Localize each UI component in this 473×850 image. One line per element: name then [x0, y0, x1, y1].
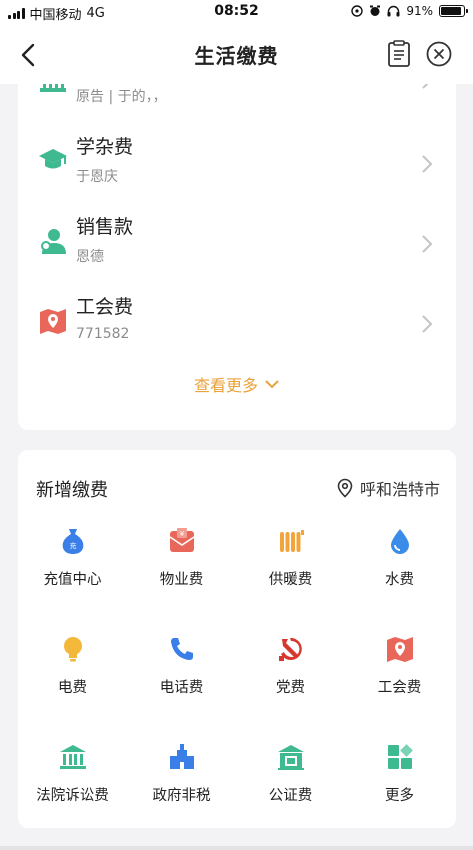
payment-item-more[interactable]: 更多 [345, 742, 454, 828]
bill-row[interactable]: 学杂费 于恩庆 [18, 124, 456, 204]
payment-item-court[interactable]: 法院诉讼费 [18, 742, 127, 828]
graduation-cap-icon [39, 149, 67, 169]
payment-item-government[interactable]: 政府非税 [127, 742, 236, 828]
battery-percent: 91% [406, 4, 433, 18]
see-more-label: 查看更多 [193, 376, 258, 395]
alarm-icon [370, 5, 381, 16]
location-status-icon [351, 5, 364, 17]
clipboard-icon[interactable] [386, 40, 412, 68]
payment-item-notary[interactable]: 公证费 [236, 742, 345, 828]
location-label: 呼和浩特市 [360, 480, 441, 499]
courthouse-icon [60, 745, 86, 769]
bill-row[interactable]: 销售款 恩德 [18, 204, 456, 284]
government-building-icon [170, 744, 194, 769]
bill-subtitle: 于恩庆 [76, 169, 118, 185]
property-envelope-icon: ¥ [169, 528, 195, 552]
saved-bills-card: 原告 | 于的，， 学杂费 于恩庆 销售款 恩德 工会费 771582 查看更多 [18, 60, 456, 430]
see-more-link[interactable]: 查看更多 [18, 372, 456, 396]
bill-row[interactable]: 工会费 771582 [18, 284, 456, 364]
payment-item-phone[interactable]: 电话费 [127, 634, 236, 724]
map-pin-icon [40, 309, 66, 334]
payment-item-label: 工会费 [377, 680, 422, 696]
payment-item-label: 物业费 [159, 572, 204, 588]
new-payment-card: 新增缴费 呼和浩特市 充 充值中心 ¥ 物业费 供暖费 水费 电费 电话费 党费… [18, 450, 456, 828]
headphones-icon [387, 5, 400, 17]
payment-item-label: 党费 [276, 680, 305, 696]
payment-item-label: 更多 [385, 788, 414, 804]
money-bag-icon: 充 [62, 529, 84, 554]
person-icon [41, 229, 66, 254]
payment-item-property[interactable]: ¥ 物业费 [127, 526, 236, 616]
bill-subtitle: 恩德 [76, 249, 104, 265]
battery-icon [439, 5, 468, 17]
new-payment-title: 新增缴费 [36, 480, 108, 501]
payment-item-label: 水费 [385, 572, 414, 588]
phone-icon [171, 638, 193, 660]
more-grid-icon [388, 744, 413, 769]
bill-name: 学杂费 [76, 136, 134, 158]
payment-item-union[interactable]: 工会费 [345, 634, 454, 724]
chevron-right-icon [422, 235, 433, 253]
payment-item-label: 供暖费 [268, 572, 313, 588]
map-pin-icon [387, 637, 413, 662]
payment-item-recharge[interactable]: 充 充值中心 [18, 526, 127, 616]
notary-building-icon [278, 745, 304, 770]
chevron-down-icon [265, 380, 279, 389]
chevron-right-icon [422, 315, 433, 333]
payment-item-label: 公证费 [268, 788, 313, 804]
bill-subtitle: 原告 | 于的，， [76, 89, 167, 105]
payment-item-water[interactable]: 水费 [345, 526, 454, 616]
light-bulb-icon [64, 637, 82, 662]
payment-item-label: 充值中心 [43, 572, 102, 588]
close-circle-icon[interactable] [424, 39, 454, 69]
party-emblem-icon [279, 637, 302, 661]
status-right: 91% [351, 4, 468, 18]
location-selector[interactable]: 呼和浩特市 [336, 476, 440, 500]
svg-text:¥: ¥ [180, 530, 185, 538]
bill-name: 工会费 [76, 296, 134, 318]
bottom-edge [0, 846, 473, 850]
payment-item-electricity[interactable]: 电费 [18, 634, 127, 724]
bill-name: 销售款 [76, 216, 134, 238]
payment-item-party[interactable]: 党费 [236, 634, 345, 724]
svg-text:充: 充 [70, 541, 77, 550]
payment-item-label: 法院诉讼费 [36, 788, 109, 804]
payment-item-label: 电话费 [159, 680, 204, 696]
bill-subtitle: 771582 [76, 326, 130, 342]
location-pin-icon [337, 478, 353, 498]
water-drop-icon [391, 529, 409, 554]
payment-item-label: 政府非税 [152, 788, 211, 804]
payment-item-label: 电费 [58, 680, 87, 696]
nav-bar: 生活缴费 [0, 24, 473, 84]
payment-item-heating[interactable]: 供暖费 [236, 526, 345, 616]
radiator-icon [280, 530, 304, 552]
status-bar: 中国移动 4G 08:52 91% [0, 0, 473, 24]
chevron-right-icon [422, 155, 433, 173]
